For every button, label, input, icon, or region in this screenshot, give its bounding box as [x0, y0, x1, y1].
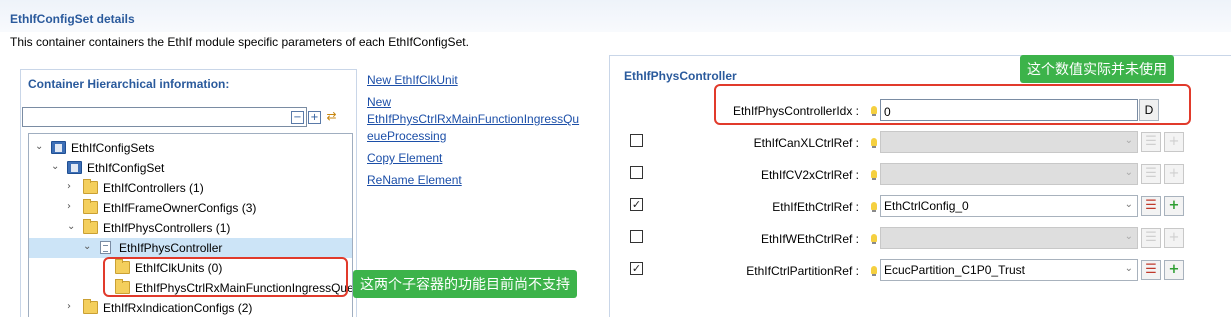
annotation-note-unsupported: 这两个子容器的功能目前尚不支持	[353, 270, 577, 298]
cv2x-ctrl-ref-select[interactable]: ⌄	[880, 163, 1138, 185]
chevron-down-icon[interactable]: ⌄	[83, 241, 93, 252]
list-icon[interactable]: ☰	[1141, 228, 1161, 248]
page-description: This container containers the EthIf modu…	[10, 35, 469, 49]
chevron-down-icon: ⌄	[1124, 167, 1133, 178]
config-book-icon	[67, 161, 82, 174]
new-rx-processing-link-line2[interactable]: EthIfPhysCtrlRxMainFunctionIngressQu	[367, 111, 592, 128]
tree-item-ethifconfigsets[interactable]: ⌄ EthIfConfigSets	[29, 138, 352, 158]
tree-item-label: EthIfConfigSets	[71, 141, 155, 155]
chevron-down-icon[interactable]: ⌄	[51, 161, 61, 172]
tree-item-ethifrxindicationconfigs[interactable]: › EthIfRxIndicationConfigs (2)	[29, 298, 352, 317]
tree-item-label: EthIfPhysControllers (1)	[103, 221, 231, 235]
canxl-ctrl-ref-label: EthIfCanXLCtrlRef :	[753, 136, 859, 150]
chevron-down-icon[interactable]: ⌄	[35, 141, 45, 152]
hint-bulb-icon[interactable]	[871, 202, 877, 212]
document-icon	[100, 241, 111, 254]
tree-item-label: EthIfControllers (1)	[103, 181, 204, 195]
add-icon[interactable]: +	[1164, 228, 1184, 248]
new-rx-processing-link-line3[interactable]: eueProcessing	[367, 128, 592, 145]
add-icon[interactable]: +	[1164, 164, 1184, 184]
annotation-box-controller-idx	[714, 84, 1191, 125]
expand-all-icon[interactable]: +	[308, 111, 321, 124]
partition-ref-select[interactable]: EcucPartition_C1P0_Trust ⌄	[880, 259, 1138, 281]
tree-item-label: EthIfConfigSet	[87, 161, 165, 175]
add-icon[interactable]: +	[1164, 260, 1184, 280]
hint-bulb-icon[interactable]	[871, 266, 877, 276]
hint-bulb-icon[interactable]	[871, 170, 877, 180]
config-book-icon	[51, 141, 66, 154]
rename-element-link[interactable]: ReName Element	[367, 172, 592, 189]
folder-icon	[83, 299, 98, 314]
page-title: EthIfConfigSet details	[10, 12, 135, 26]
list-icon[interactable]: ☰	[1141, 260, 1161, 280]
new-clk-unit-link[interactable]: New EthIfClkUnit	[367, 72, 592, 89]
hierarchy-title: Container Hierarchical information:	[28, 77, 230, 91]
header-band	[0, 0, 1231, 32]
add-icon[interactable]: +	[1164, 132, 1184, 152]
tree-item-label: EthIfPhysController	[119, 241, 223, 255]
chevron-down-icon[interactable]: ⌄	[67, 221, 77, 232]
annotation-note-unused: 这个数值实际并未使用	[1020, 55, 1174, 83]
new-rx-processing-link-line1[interactable]: New	[367, 94, 592, 111]
tree-filter-input[interactable]	[22, 107, 307, 127]
tree-item-ethifcontrollers[interactable]: › EthIfControllers (1)	[29, 178, 352, 198]
link-editor-icon[interactable]: ⇄	[325, 110, 338, 124]
chevron-down-icon: ⌄	[1124, 231, 1133, 242]
select-value: EcucPartition_C1P0_Trust	[884, 263, 1025, 277]
list-icon[interactable]: ☰	[1141, 164, 1161, 184]
weth-ctrl-ref-select[interactable]: ⌄	[880, 227, 1138, 249]
tree-item-label: EthIfRxIndicationConfigs (2)	[103, 301, 253, 315]
folder-icon	[83, 179, 98, 194]
chevron-right-icon[interactable]: ›	[67, 201, 77, 212]
eth-ctrl-ref-label: EthIfEthCtrlRef :	[772, 200, 859, 214]
folder-icon	[83, 219, 98, 234]
chevron-down-icon: ⌄	[1124, 263, 1133, 274]
partition-ref-label: EthIfCtrlPartitionRef :	[746, 264, 859, 278]
hint-bulb-icon[interactable]	[871, 234, 877, 244]
eth-ctrl-ref-select[interactable]: EthCtrlConfig_0 ⌄	[880, 195, 1138, 217]
cv2x-ctrl-ref-label: EthIfCV2xCtrlRef :	[760, 168, 859, 182]
canxl-ctrl-ref-select[interactable]: ⌄	[880, 131, 1138, 153]
copy-element-link[interactable]: Copy Element	[367, 150, 592, 167]
collapse-all-icon[interactable]: −	[291, 111, 304, 124]
tree-item-ethifphyscontroller[interactable]: ⌄ EthIfPhysController	[29, 238, 352, 258]
chevron-right-icon[interactable]: ›	[67, 301, 77, 312]
tree-item-label: EthIfFrameOwnerConfigs (3)	[103, 201, 257, 215]
weth-ctrl-ref-label: EthIfWEthCtrlRef :	[760, 232, 859, 246]
chevron-right-icon[interactable]: ›	[67, 181, 77, 192]
add-icon[interactable]: +	[1164, 196, 1184, 216]
tree-item-ethifconfigset[interactable]: ⌄ EthIfConfigSet	[29, 158, 352, 178]
list-icon[interactable]: ☰	[1141, 132, 1161, 152]
chevron-down-icon: ⌄	[1124, 135, 1133, 146]
list-icon[interactable]: ☰	[1141, 196, 1161, 216]
properties-title: EthIfPhysController	[624, 69, 737, 83]
tree-item-ethifphyscontrollers[interactable]: ⌄ EthIfPhysControllers (1)	[29, 218, 352, 238]
select-value: EthCtrlConfig_0	[884, 199, 969, 213]
tree-item-ethifframeownerconfigs[interactable]: › EthIfFrameOwnerConfigs (3)	[29, 198, 352, 218]
annotation-box-subcontainers	[103, 257, 348, 297]
folder-icon	[83, 199, 98, 214]
chevron-down-icon: ⌄	[1124, 199, 1133, 210]
hint-bulb-icon[interactable]	[871, 138, 877, 148]
